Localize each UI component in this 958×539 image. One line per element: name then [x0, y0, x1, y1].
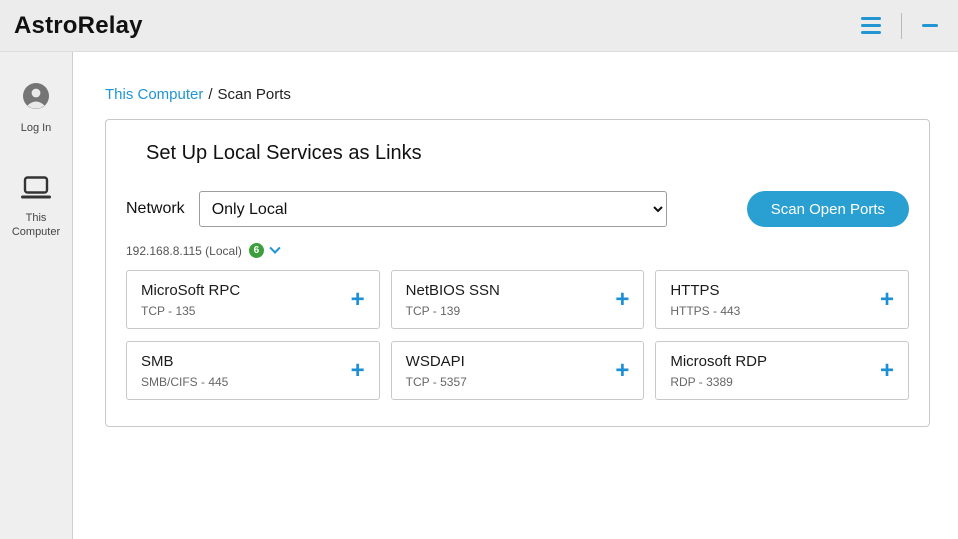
- service-name: WSDAPI: [405, 352, 465, 370]
- service-card: SMB SMB/CIFS - 445 +: [126, 341, 380, 400]
- service-card: HTTPS HTTPS - 443 +: [655, 270, 909, 329]
- open-port-count-badge: 6: [248, 243, 264, 258]
- breadcrumb-separator: /: [208, 86, 213, 103]
- service-card: Microsoft RDP RDP - 3389 +: [655, 341, 909, 400]
- header-actions: [857, 11, 942, 40]
- service-info: MicroSoft RPC TCP - 135: [141, 282, 240, 318]
- sidebar-item-this-computer[interactable]: This Computer: [0, 176, 72, 240]
- minimize-icon[interactable]: [918, 20, 942, 31]
- service-detail: SMB/CIFS - 445: [141, 374, 229, 389]
- service-detail: TCP - 135: [141, 303, 196, 318]
- service-info: SMB SMB/CIFS - 445: [141, 353, 228, 389]
- add-service-icon[interactable]: +: [880, 358, 894, 383]
- menu-icon[interactable]: [857, 11, 885, 40]
- service-info: Microsoft RDP RDP - 3389: [670, 353, 767, 389]
- service-name: MicroSoft RPC: [141, 281, 241, 299]
- service-info: HTTPS HTTPS - 443: [670, 282, 740, 318]
- header-bar: AstroRelay: [0, 0, 958, 52]
- service-info: NetBIOS SSN TCP - 139: [406, 282, 500, 318]
- add-service-icon[interactable]: +: [615, 358, 629, 383]
- service-card: WSDAPI TCP - 5357 +: [390, 341, 645, 400]
- chevron-down-icon[interactable]: [269, 242, 281, 254]
- network-row: Network Only Local Scan Open Ports: [126, 191, 909, 227]
- service-name: HTTPS: [670, 281, 720, 299]
- breadcrumb: This Computer / Scan Ports: [105, 86, 930, 103]
- breadcrumb-current: Scan Ports: [217, 86, 291, 103]
- service-card: NetBIOS SSN TCP - 139 +: [390, 270, 645, 329]
- service-detail: HTTPS - 443: [670, 303, 741, 318]
- app-title: AstroRelay: [14, 11, 143, 39]
- user-avatar-icon: [22, 82, 50, 115]
- service-name: NetBIOS SSN: [405, 281, 500, 299]
- local-ip-label: 192.168.8.115 (Local): [126, 243, 242, 258]
- sidebar-item-label: This Computer: [11, 211, 61, 238]
- service-info: WSDAPI TCP - 5357: [406, 353, 467, 389]
- service-detail: TCP - 139: [405, 303, 461, 318]
- ip-row: 192.168.8.115 (Local) 6: [126, 242, 909, 258]
- main-content: This Computer / Scan Ports Set Up Local …: [73, 52, 958, 539]
- add-service-icon[interactable]: +: [351, 287, 365, 312]
- service-detail: TCP - 5357: [405, 374, 467, 389]
- sidebar-item-label: Log In: [20, 122, 52, 134]
- header-divider: [901, 12, 902, 39]
- add-service-icon[interactable]: +: [351, 358, 365, 383]
- app-window: AstroRelay Log In This Computer This Com…: [0, 0, 958, 539]
- service-name: SMB: [141, 352, 174, 370]
- service-name: Microsoft RDP: [670, 352, 768, 370]
- network-label: Network: [126, 200, 185, 217]
- add-service-icon[interactable]: +: [880, 287, 894, 312]
- scan-open-ports-button[interactable]: Scan Open Ports: [746, 191, 909, 227]
- network-select[interactable]: Only Local: [198, 191, 667, 227]
- scan-ports-panel: Set Up Local Services as Links Network O…: [105, 119, 930, 427]
- service-detail: RDP - 3389: [670, 374, 733, 389]
- service-card: MicroSoft RPC TCP - 135 +: [126, 270, 380, 329]
- service-grid: MicroSoft RPC TCP - 135 + NetBIOS SSN TC…: [126, 270, 909, 400]
- sidebar-item-login[interactable]: Log In: [0, 82, 72, 136]
- computer-icon: [19, 176, 53, 205]
- add-service-icon[interactable]: +: [615, 287, 629, 312]
- breadcrumb-link-this-computer[interactable]: This Computer: [105, 86, 203, 103]
- sidebar: Log In This Computer: [0, 52, 73, 539]
- panel-title: Set Up Local Services as Links: [146, 142, 422, 164]
